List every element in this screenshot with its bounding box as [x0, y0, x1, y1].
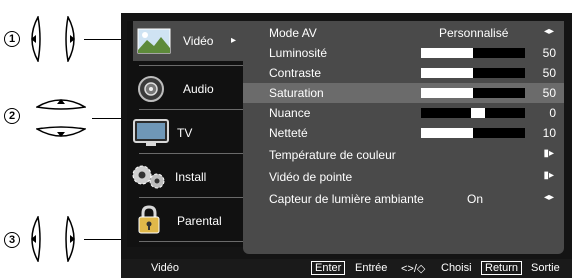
menu-row-nettete[interactable]: Netteté 10	[243, 123, 564, 143]
callout-number-2: 2	[4, 108, 20, 124]
navigate-symbols: <>/◇	[401, 263, 426, 275]
row-number: 50	[542, 86, 556, 100]
return-key: Return	[481, 261, 523, 275]
return-hint: Sortie	[531, 262, 560, 274]
row-label: Vidéo de pointe	[269, 170, 353, 184]
sidebar-divider	[139, 241, 243, 242]
footer-section-label: Vidéo	[151, 262, 179, 274]
menu-row-temperature-couleur[interactable]: Température de couleur ▮▸	[243, 145, 564, 165]
gears-icon	[132, 165, 165, 189]
left-right-arrows-icon[interactable]: ◂▸	[544, 26, 554, 37]
row-label: Mode AV	[269, 26, 317, 40]
level-slider[interactable]	[421, 68, 525, 78]
menu-row-contraste[interactable]: Contraste 50	[243, 63, 564, 83]
picture-icon	[137, 28, 171, 54]
sidebar-divider	[139, 65, 243, 66]
lock-icon	[138, 205, 160, 234]
speaker-icon	[138, 76, 164, 102]
row-number: 0	[549, 106, 556, 120]
row-number: 50	[542, 66, 556, 80]
row-label: Nuance	[269, 106, 311, 120]
sidebar-divider	[139, 153, 243, 154]
row-number: 10	[542, 126, 556, 140]
row-value: Personnalisé	[439, 26, 509, 40]
menu-row-luminosite[interactable]: Luminosité 50	[243, 43, 564, 63]
enter-hint: Entrée	[355, 262, 388, 274]
callout-number-1: 1	[4, 31, 20, 47]
sidebar-item-label: Install	[175, 170, 207, 184]
navigate-hint: Choisi	[441, 262, 472, 274]
sidebar-item-label: Parental	[177, 214, 222, 228]
sidebar-item-install[interactable]: Install	[127, 157, 243, 197]
callout-3: 3	[0, 194, 491, 262]
row-label: Saturation	[269, 86, 324, 100]
callout-2: 2	[0, 90, 140, 146]
row-label: Contraste	[269, 66, 322, 80]
sidebar-item-parental[interactable]: Parental	[127, 201, 243, 241]
sidebar: Vidéo ▸ Audio TV Install Parental	[127, 21, 243, 247]
left-right-arrows-icon[interactable]: ◂▸	[544, 192, 554, 203]
sidebar-divider	[139, 109, 243, 110]
tv-screen: Vidéo ▸ Audio TV Install Parental Mode A…	[121, 13, 572, 278]
sidebar-item-tv[interactable]: TV	[127, 113, 243, 153]
sidebar-item-label: Audio	[183, 82, 214, 96]
callout-number-3: 3	[4, 232, 20, 248]
level-slider[interactable]	[421, 128, 525, 138]
footer-bar: Vidéo Enter Entrée <>/◇ Choisi Return So…	[121, 259, 572, 278]
sidebar-item-audio[interactable]: Audio	[127, 69, 243, 109]
row-number: 50	[542, 46, 556, 60]
row-label: Température de couleur	[269, 148, 396, 162]
left-button-icon	[31, 16, 41, 62]
sidebar-item-video[interactable]: Vidéo ▸	[133, 21, 243, 61]
chevron-right-icon: ▸	[231, 35, 237, 46]
tv-icon	[133, 119, 169, 146]
menu-row-capteur-lumiere[interactable]: Capteur de lumière ambiante On ◂▸	[243, 189, 564, 209]
right-button-icon	[65, 216, 75, 262]
center-slider[interactable]	[421, 108, 525, 118]
level-slider[interactable]	[421, 88, 525, 98]
menu-row-video-pointe[interactable]: Vidéo de pointe ▮▸	[243, 167, 564, 187]
submenu-arrow-icon[interactable]: ▮▸	[543, 148, 554, 159]
callout-1: 1	[0, 14, 134, 64]
sidebar-divider	[139, 197, 243, 198]
sidebar-item-label: TV	[177, 126, 193, 140]
sidebar-item-label: Vidéo	[183, 34, 214, 48]
level-slider[interactable]	[421, 48, 525, 58]
menu-row-mode-av[interactable]: Mode AV Personnalisé ◂▸	[243, 23, 564, 43]
left-button-icon	[31, 216, 41, 262]
down-button-icon	[36, 126, 86, 137]
menu-row-nuance[interactable]: Nuance 0	[243, 103, 564, 123]
enter-key: Enter	[311, 261, 346, 275]
row-label: Netteté	[269, 126, 308, 140]
menu-row-saturation[interactable]: Saturation 50	[243, 83, 564, 103]
right-button-icon	[65, 16, 75, 62]
up-button-icon	[36, 99, 86, 110]
settings-panel: Mode AV Personnalisé ◂▸ Luminosité 50 Co…	[243, 21, 564, 254]
row-label: Capteur de lumière ambiante	[269, 192, 424, 206]
submenu-arrow-icon[interactable]: ▮▸	[543, 170, 554, 181]
row-label: Luminosité	[269, 46, 328, 60]
row-value: On	[467, 192, 484, 206]
